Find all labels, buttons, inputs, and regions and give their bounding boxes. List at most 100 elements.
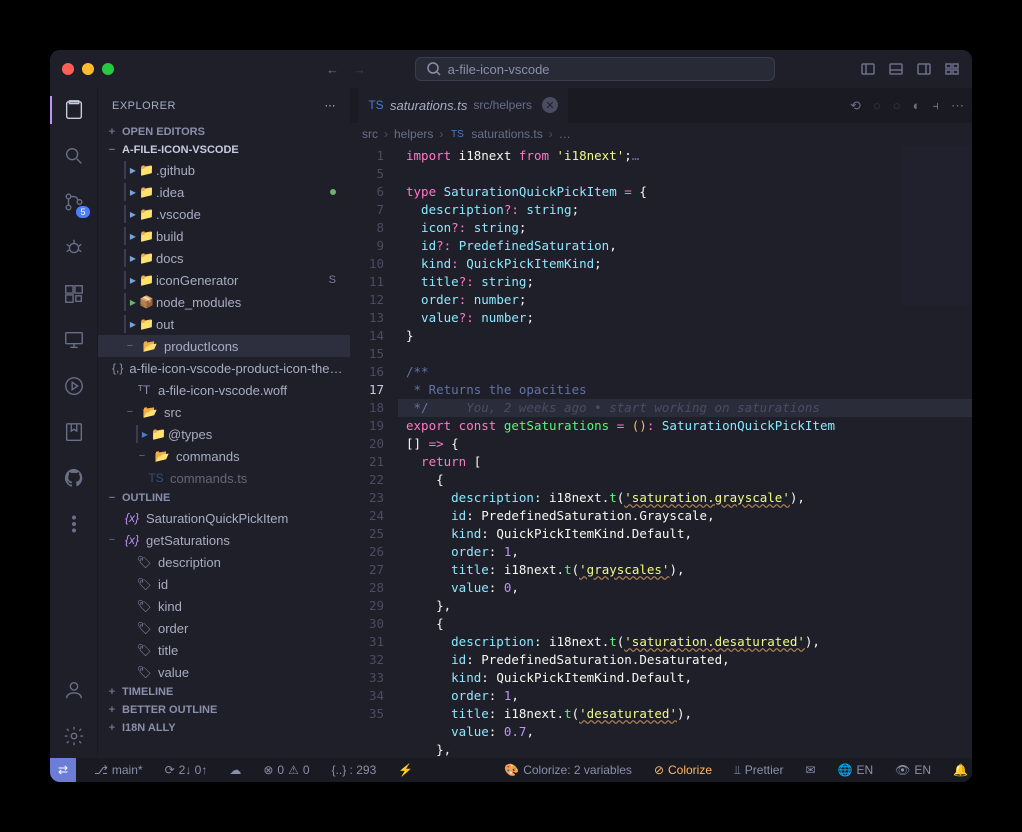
sidebar-header: EXPLORER ⋯ (98, 88, 350, 123)
folder-commands[interactable]: −📂commands (98, 445, 350, 467)
nav-forward-tab-icon[interactable]: ○ (873, 98, 881, 114)
folder-out[interactable]: ▸ 📁out (98, 313, 350, 335)
folder-src[interactable]: −📂src (98, 401, 350, 423)
extensions-tab[interactable] (60, 280, 88, 308)
outline-desc[interactable]: 🏷description (98, 551, 350, 573)
sync-item[interactable]: ⟳2↓ 0↑ (161, 758, 212, 782)
nav-last-tab-icon[interactable]: ○ (893, 98, 901, 114)
vscode-window: ← → a-file-icon-vscode 5 (50, 50, 972, 782)
file-commandsts[interactable]: TScommands.ts (98, 467, 350, 489)
minimize-window[interactable] (82, 63, 94, 75)
live-tab[interactable] (60, 372, 88, 400)
palette-icon: 🎨 (504, 763, 519, 777)
code-area[interactable]: 1567891011121314151617181920212223242526… (350, 145, 972, 758)
command-center[interactable]: a-file-icon-vscode (415, 57, 775, 81)
outline-section[interactable]: −OUTLINE (98, 489, 350, 507)
crumb-more[interactable]: … (559, 127, 571, 141)
error-icon: ⊗ (263, 763, 273, 777)
timeline-section[interactable]: +TIMELINE (98, 683, 350, 701)
bell-item[interactable]: 🔔 (949, 758, 972, 782)
outline-kind[interactable]: 🏷kind (98, 595, 350, 617)
crumb-helpers[interactable]: helpers (394, 127, 433, 141)
folder-build[interactable]: ▸ 📁build (98, 225, 350, 247)
cloud-item[interactable]: ☁ (225, 758, 245, 782)
errors-item[interactable]: ⊗0 ⚠0 (259, 758, 313, 782)
modified-dot (330, 189, 336, 195)
split-icon[interactable]: ⫞ (933, 98, 940, 114)
nav-back-icon[interactable]: ← (326, 62, 339, 77)
outline-value[interactable]: 🏷value (98, 661, 350, 683)
code-content[interactable]: +import i18next from 'i18next';… −type S… (398, 145, 972, 758)
statusbar: ⇄ ⎇main* ⟳2↓ 0↑ ☁ ⊗0 ⚠0 {..} : 293 ⚡ 🎨Co… (50, 758, 972, 782)
minimap[interactable] (902, 145, 972, 305)
github-tab[interactable] (60, 464, 88, 492)
folder-types[interactable]: ▸ 📁@types (98, 423, 350, 445)
folder-producticons[interactable]: −📂productIcons (98, 335, 350, 357)
prettier-item[interactable]: ⫫Prettier (730, 758, 787, 782)
tab-path: src/helpers (473, 98, 532, 112)
bolt-icon: ⚡ (398, 763, 413, 777)
folder-icongen[interactable]: ▸ 📁iconGeneratorS (98, 269, 350, 291)
bracket-item[interactable]: {..} : 293 (328, 758, 381, 782)
close-window[interactable] (62, 63, 74, 75)
ts-icon: TS (368, 97, 384, 113)
panel-bottom-icon[interactable] (888, 61, 904, 77)
sync-icon: ⟳ (165, 763, 175, 777)
more-icon[interactable]: ⋯ (325, 99, 337, 112)
colorize-btn[interactable]: ⊘Colorize (650, 758, 716, 782)
outline-id[interactable]: 🏷id (98, 573, 350, 595)
mail-item[interactable]: ✉ (801, 758, 819, 782)
outline-item1[interactable]: {x}SaturationQuickPickItem (98, 507, 350, 529)
i18n-section[interactable]: +I18N ALLY (98, 719, 350, 737)
more-tab[interactable] (60, 510, 88, 538)
layout-icon[interactable] (944, 61, 960, 77)
project-section[interactable]: −A-FILE-ICON-VSCODE (98, 141, 350, 159)
panel-right-icon[interactable] (916, 61, 932, 77)
explorer-tab[interactable] (60, 96, 88, 124)
folder-github[interactable]: ▸ 📁.github (98, 159, 350, 181)
folder-nodemodules[interactable]: ▸ 📦node_modules (98, 291, 350, 313)
explorer-title: EXPLORER (112, 100, 176, 112)
maximize-window[interactable] (102, 63, 114, 75)
remote-indicator[interactable]: ⇄ (50, 758, 76, 782)
file-pi2[interactable]: ᵀTa-file-icon-vscode.woff (98, 379, 350, 401)
better-outline-section[interactable]: +BETTER OUTLINE (98, 701, 350, 719)
outline-order[interactable]: 🏷order (98, 617, 350, 639)
open-editors-section[interactable]: +OPEN EDITORS (98, 123, 350, 141)
folder-idea[interactable]: ▸ 📁.idea (98, 181, 350, 203)
tab-saturations[interactable]: TS saturations.ts src/helpers ✕ (358, 88, 568, 123)
layout-controls (860, 61, 960, 77)
nav-arrows: ← → (326, 62, 366, 77)
sidebar-content: +OPEN EDITORS −A-FILE-ICON-VSCODE ▸ 📁.gi… (98, 123, 350, 758)
settings-tab[interactable] (60, 722, 88, 750)
check-icon: ⫫ (734, 763, 741, 778)
search-tab[interactable] (60, 142, 88, 170)
breadcrumb[interactable]: src› helpers› TS saturations.ts› … (350, 123, 972, 145)
panel-left-icon[interactable] (860, 61, 876, 77)
outline-title[interactable]: 🏷title (98, 639, 350, 661)
branch-item[interactable]: ⎇main* (90, 758, 147, 782)
more-tab-icon[interactable]: ⋯ (951, 98, 964, 114)
mail-icon: ✉ (805, 763, 815, 777)
folder-docs[interactable]: ▸ 📁docs (98, 247, 350, 269)
scm-tab[interactable]: 5 (60, 188, 88, 216)
compare-icon[interactable]: ◐ (913, 98, 921, 114)
lang1-item[interactable]: 🌐EN (834, 758, 878, 782)
crumb-file[interactable]: saturations.ts (471, 127, 542, 141)
crumb-src[interactable]: src (362, 127, 378, 141)
bolt-item[interactable]: ⚡ (394, 758, 417, 782)
nav-forward-icon[interactable]: → (353, 62, 366, 77)
close-tab-icon[interactable]: ✕ (542, 97, 558, 113)
folder-vscode[interactable]: ▸ 📁.vscode (98, 203, 350, 225)
accounts-tab[interactable] (60, 676, 88, 704)
lang2-item[interactable]: 👁EN (891, 758, 935, 782)
file-pi1[interactable]: {,}a-file-icon-vscode-product-icon-the… (98, 357, 350, 379)
remote-icon: ⇄ (58, 763, 68, 777)
remote-tab[interactable] (60, 326, 88, 354)
colorize-vars[interactable]: 🎨Colorize: 2 variables (500, 758, 636, 782)
nav-back-tab-icon[interactable]: ⟲ (850, 98, 861, 114)
outline-item2[interactable]: −{x}getSaturations (98, 529, 350, 551)
bookmark-tab[interactable] (60, 418, 88, 446)
debug-tab[interactable] (60, 234, 88, 262)
window-controls (62, 63, 114, 75)
